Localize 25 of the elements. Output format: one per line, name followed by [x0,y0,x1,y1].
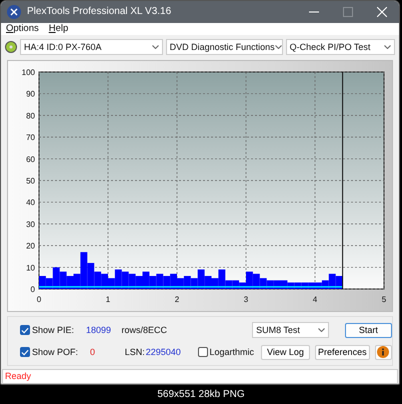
tick-label: 80 [26,112,35,121]
tick-label: 50 [26,176,35,186]
tick-label: 3 [244,295,248,304]
tick-label: 20 [26,242,35,252]
poe-value: 0 [90,347,96,358]
unit-label: rows/8ECC [121,325,168,336]
tick-label: 0 [36,295,42,304]
tick-label: 0 [30,285,35,294]
tick-label: 5 [382,295,386,304]
tick-label: 40 [26,198,35,208]
tick-label: 60 [26,155,35,164]
window-title: PlexTools Professional XL V3.16 [27,6,172,18]
lsn-value: 2295040 [146,347,182,358]
pie-value: 18099 [86,325,112,336]
image-caption: 569x551 28kb PNG [156,388,246,402]
tick-label: 2 [174,295,180,304]
tick-label: 90 [26,90,35,100]
tick-label: 4 [312,295,318,304]
status-bar: Ready [2,369,398,384]
tick-label: 30 [26,220,35,230]
tick-label: 70 [26,134,35,143]
lsn-label: LSN: [124,347,146,358]
tick-label: 100 [22,68,35,78]
tick-label: 10 [26,264,35,273]
tick-label: 1 [106,295,110,304]
